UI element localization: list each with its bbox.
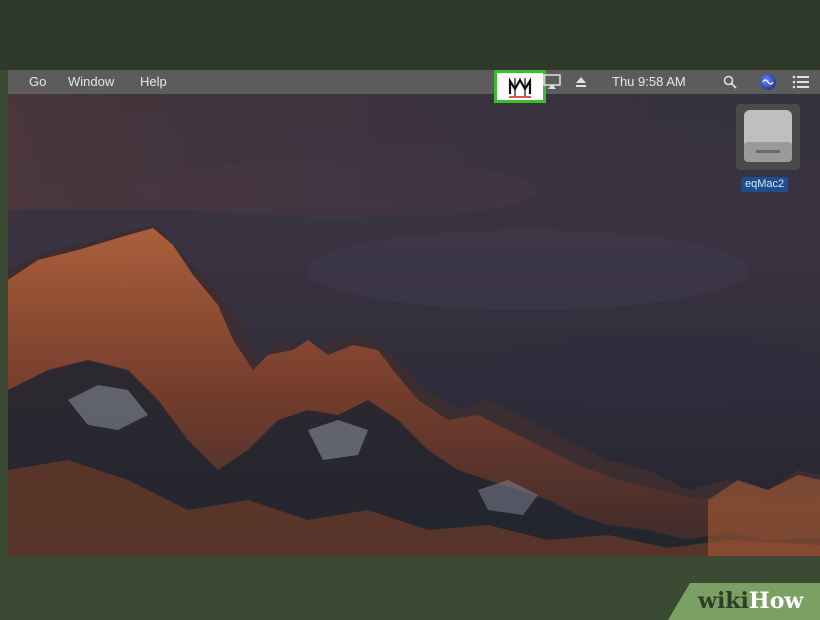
menu-help[interactable]: Help [140,74,167,90]
wikihow-wiki-text: wiki [698,588,749,614]
menu-window[interactable]: Window [68,74,114,90]
search-icon[interactable] [722,72,738,92]
drive-icon [736,104,800,170]
eqmac-icon[interactable] [494,70,546,103]
wikihow-how-text: How [748,588,804,614]
airplay-icon[interactable] [541,72,563,92]
menu-bar: Go Window Help Thu 9:58 AM [8,70,820,103]
mountain-wallpaper [8,70,820,556]
menu-list-icon[interactable] [790,72,812,92]
wikihow-logo-text: wikiHow [698,588,803,614]
eject-icon[interactable] [574,72,588,92]
siri-icon[interactable] [759,72,777,92]
wikihow-watermark: wikiHow [668,583,820,620]
menu-clock[interactable]: Thu 9:58 AM [612,74,686,90]
top-frame-band [0,0,820,70]
menu-go[interactable]: Go [29,74,46,90]
drive-label: eqMac2 [741,177,789,192]
desktop-drive-eqmac2[interactable]: eqMac2 [728,102,808,192]
mac-desktop-screen: Go Window Help Thu 9:58 AM eqMac2 [8,70,820,556]
